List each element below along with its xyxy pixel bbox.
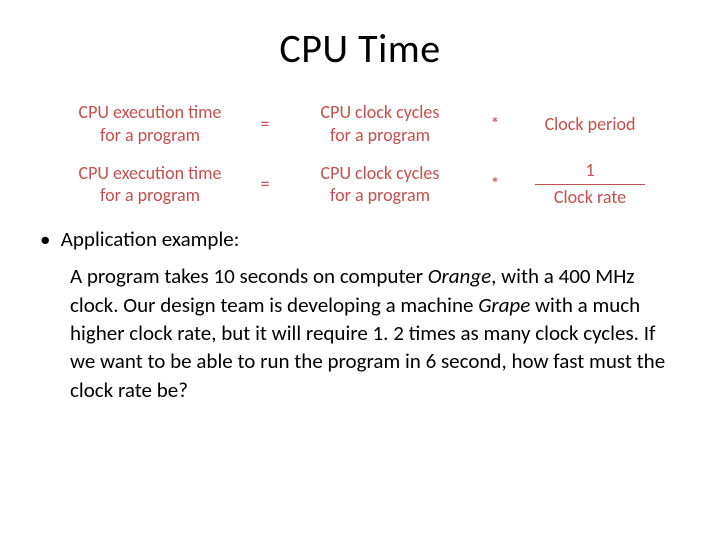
page-title: CPU Time [40, 24, 680, 73]
eq2-lhs-line2: for a program [70, 184, 230, 207]
eq2-equals: = [256, 173, 274, 195]
eq1-equals: = [256, 113, 274, 135]
eq1-rhs: Clock period [530, 113, 650, 135]
eq1-mid-line1: CPU clock cycles [300, 101, 460, 124]
eq1-times: * [486, 113, 504, 135]
eq1-lhs-line2: for a program [70, 124, 230, 147]
bullet-icon: • [40, 226, 56, 252]
bullet-label: Application example: [61, 226, 240, 252]
eq2-frac-den: Clock rate [535, 185, 645, 209]
body-paragraph: A program takes 10 seconds on computer O… [70, 262, 670, 404]
equation-2: CPU execution time for a program = CPU c… [70, 160, 650, 208]
body-italic-grape: Grape [478, 292, 530, 318]
body-italic-orange: Orange [428, 263, 491, 289]
equation-1: CPU execution time for a program = CPU c… [70, 101, 650, 146]
slide: CPU Time CPU execution time for a progra… [0, 0, 720, 540]
eq2-mid-line2: for a program [300, 184, 460, 207]
eq1-lhs: CPU execution time for a program [70, 101, 230, 146]
body-p1a: A program takes 10 seconds on computer [70, 263, 428, 289]
eq2-rhs: 1 Clock rate [530, 160, 650, 208]
eq2-lhs: CPU execution time for a program [70, 162, 230, 207]
eq1-mid: CPU clock cycles for a program [300, 101, 460, 146]
eq2-times: * [486, 173, 504, 195]
eq2-fraction: 1 Clock rate [535, 160, 645, 208]
equation-block: CPU execution time for a program = CPU c… [70, 101, 650, 208]
eq1-rhs-text: Clock period [545, 113, 636, 135]
bullet-application-example: • Application example: [40, 226, 680, 252]
eq1-mid-line2: for a program [300, 124, 460, 147]
eq2-frac-num: 1 [535, 160, 645, 185]
eq2-lhs-line1: CPU execution time [70, 162, 230, 185]
eq2-mid: CPU clock cycles for a program [300, 162, 460, 207]
eq2-mid-line1: CPU clock cycles [300, 162, 460, 185]
eq1-lhs-line1: CPU execution time [70, 101, 230, 124]
